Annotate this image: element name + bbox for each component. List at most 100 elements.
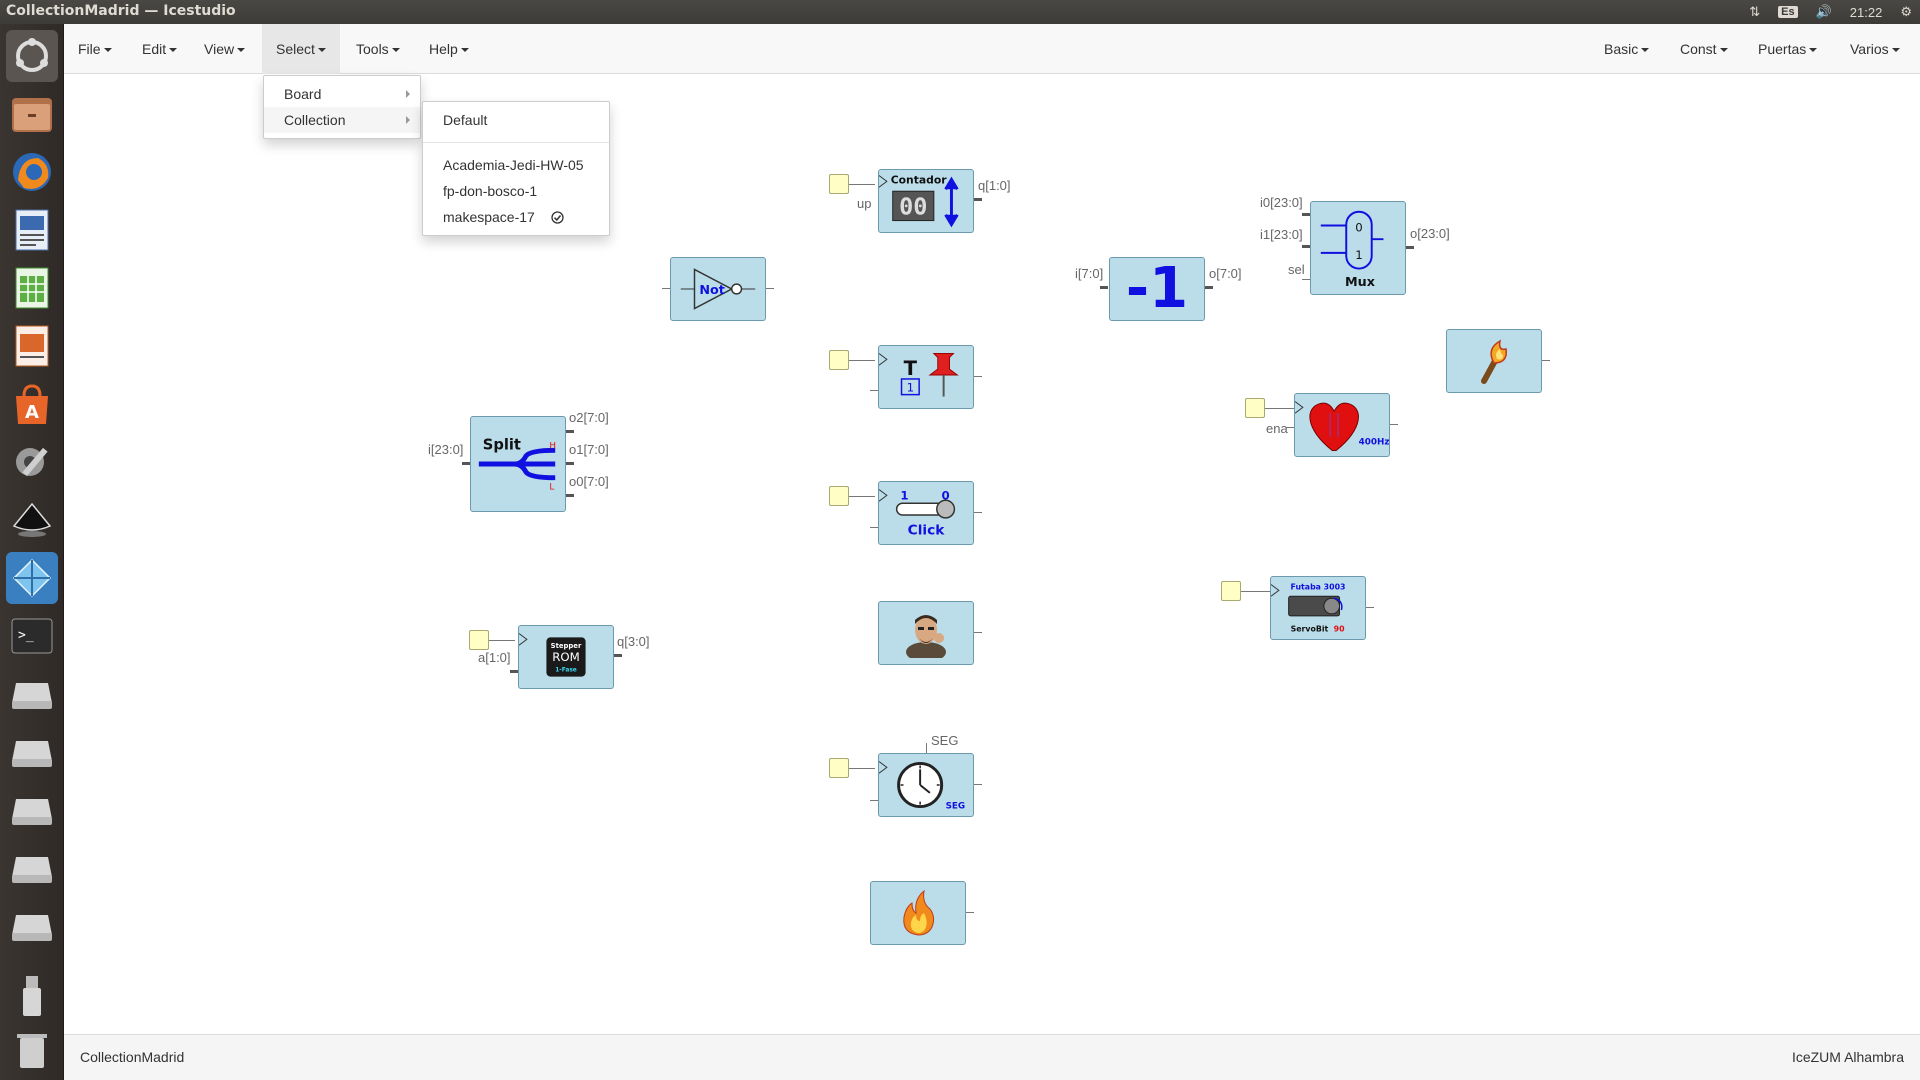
input-pin-box[interactable] <box>829 350 849 370</box>
menu-select[interactable]: Select <box>262 24 340 74</box>
network-icon[interactable]: ⇅ <box>1749 4 1760 20</box>
block-stepper-rom[interactable]: Stepper ROM 1-Fase <box>518 625 614 689</box>
caret-down-icon <box>391 48 400 53</box>
collection-submenu: Default Academia-Jedi-HW-05 fp-don-bosco… <box>422 101 610 236</box>
menu-puertas[interactable]: Puertas <box>1744 24 1831 74</box>
wire <box>1286 427 1294 428</box>
pin-label: o[7:0] <box>1209 266 1242 281</box>
collection-item[interactable]: fp-don-bosco-1 <box>423 178 609 204</box>
wire <box>870 800 878 801</box>
calc-icon[interactable] <box>6 262 58 314</box>
check-circle-icon <box>551 211 564 224</box>
block-timer[interactable]: SEG <box>878 753 974 817</box>
block-toggle[interactable]: T 1 <box>878 345 974 409</box>
mux-bit0: 0 <box>1355 220 1362 234</box>
block-contador[interactable]: Contador 00 <box>878 169 974 233</box>
block-torch[interactable] <box>1446 329 1542 393</box>
inkscape-icon[interactable] <box>6 494 58 546</box>
fire-icon <box>903 889 935 936</box>
input-pin-box[interactable] <box>829 174 849 194</box>
launcher: A >_ <box>0 24 64 1080</box>
split-title: Split <box>483 436 521 453</box>
volume-icon[interactable]: 🔊 <box>1816 4 1832 20</box>
wire <box>926 743 927 753</box>
wire <box>662 288 670 289</box>
caret-down-icon <box>317 48 326 53</box>
design-canvas[interactable]: up Contador 00 q[1:0] Not i[7:0] -1 o[7:… <box>64 75 1920 1033</box>
menu-select-label: Select <box>276 41 315 57</box>
menu-divider <box>423 142 609 143</box>
terminal-icon[interactable]: >_ <box>6 610 58 662</box>
wire <box>974 784 982 785</box>
svg-text:>_: >_ <box>18 628 34 643</box>
impress-icon[interactable] <box>6 320 58 372</box>
servo-angle: 90 <box>1334 625 1345 634</box>
block-servo[interactable]: Futaba 3003 ServoBit 90 <box>1270 576 1366 640</box>
clock[interactable]: 21:22 <box>1850 5 1883 20</box>
drive-icon[interactable] <box>6 900 58 952</box>
menu-basic[interactable]: Basic <box>1590 24 1663 74</box>
select-item-collection[interactable]: Collection <box>264 107 420 133</box>
block-click[interactable]: 1 0 Click <box>878 481 974 545</box>
default-label: Default <box>443 112 488 128</box>
drive-icon[interactable] <box>6 668 58 720</box>
block-split[interactable]: Split H L <box>470 416 566 512</box>
menu-file-label: File <box>78 41 101 57</box>
pin-label: i[7:0] <box>1075 266 1104 281</box>
timer-unit: SEG <box>946 802 966 812</box>
mux-title: Mux <box>1345 274 1376 289</box>
system-settings-icon[interactable] <box>6 436 58 488</box>
input-pin-box[interactable] <box>829 758 849 778</box>
dash-icon[interactable] <box>6 30 58 82</box>
input-pin-box[interactable] <box>1221 581 1241 601</box>
status-bar: CollectionMadrid IceZUM Alhambra <box>64 1034 1920 1080</box>
svg-text:A: A <box>25 402 39 423</box>
wire <box>1205 286 1213 289</box>
writer-icon[interactable] <box>6 204 58 256</box>
collection-item-default[interactable]: Default <box>423 107 609 133</box>
wire <box>974 376 982 377</box>
wire <box>1100 286 1108 289</box>
input-pin-box[interactable] <box>469 630 489 650</box>
drive-icon[interactable] <box>6 842 58 894</box>
block-fire[interactable] <box>870 881 966 945</box>
files-icon[interactable] <box>6 88 58 140</box>
contador-title: Contador <box>891 173 947 186</box>
input-pin-box[interactable] <box>829 486 849 506</box>
block-minus-one[interactable]: -1 <box>1109 257 1205 321</box>
menu-view[interactable]: View <box>190 24 259 74</box>
wire <box>766 288 774 289</box>
menu-const[interactable]: Const <box>1666 24 1742 74</box>
keyboard-layout-indicator[interactable]: Es <box>1778 6 1798 18</box>
wire <box>1406 246 1414 249</box>
block-photo[interactable] <box>878 601 974 665</box>
input-pin-box[interactable] <box>1245 398 1265 418</box>
trash-icon[interactable] <box>6 1024 58 1076</box>
icestudio-icon[interactable] <box>6 552 58 604</box>
collection-item-selected[interactable]: makespace-17 <box>423 204 609 230</box>
menu-help[interactable]: Help <box>415 24 483 74</box>
block-mux[interactable]: 0 1 Mux <box>1310 201 1406 295</box>
menu-const-label: Const <box>1680 41 1717 57</box>
menu-puertas-label: Puertas <box>1758 41 1807 57</box>
block-not[interactable]: Not <box>670 257 766 321</box>
menu-edit-label: Edit <box>142 41 167 57</box>
drive-icon[interactable] <box>6 784 58 836</box>
menu-tools[interactable]: Tools <box>342 24 414 74</box>
drive-icon[interactable] <box>6 726 58 778</box>
software-center-icon[interactable]: A <box>6 378 58 430</box>
gear-icon[interactable]: ⚙ <box>1900 4 1912 20</box>
block-heartbeat[interactable]: 400Hz <box>1294 393 1390 457</box>
servo-line1: Futaba 3003 <box>1291 582 1346 591</box>
select-item-board[interactable]: Board <box>264 81 420 107</box>
collection-item[interactable]: Academia-Jedi-HW-05 <box>423 152 609 178</box>
menu-edit[interactable]: Edit <box>128 24 191 74</box>
usb-icon[interactable] <box>6 970 58 1022</box>
board-name[interactable]: IceZUM Alhambra <box>1792 1049 1904 1065</box>
top-panel: CollectionMadrid — Icestudio ⇅ Es 🔊 21:2… <box>0 0 1920 24</box>
contador-digits: 00 <box>899 193 927 221</box>
firefox-icon[interactable] <box>6 146 58 198</box>
menu-file[interactable]: File <box>64 24 126 74</box>
wire <box>849 768 875 769</box>
menu-varios[interactable]: Varios <box>1836 24 1914 74</box>
